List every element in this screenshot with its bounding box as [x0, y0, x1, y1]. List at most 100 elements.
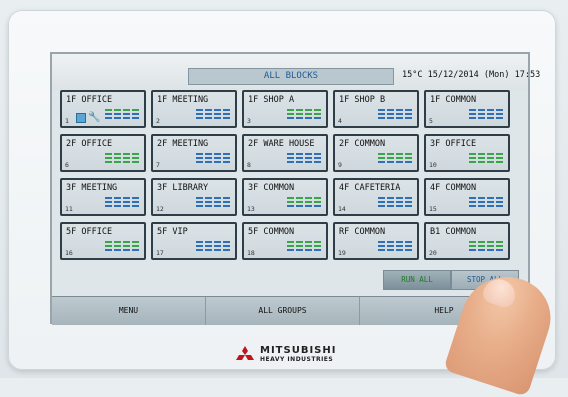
date-time: 15/12/2014 (Mon) 17:53: [427, 70, 541, 80]
unit-status-indicator: [469, 153, 503, 166]
block-tile[interactable]: 3F MEETING 11: [60, 178, 146, 216]
block-tile[interactable]: 4F CAFETERIA 14: [333, 178, 419, 216]
block-number: 3: [247, 117, 251, 125]
indicator-bar: [469, 205, 503, 207]
block-name: RF COMMON: [339, 227, 386, 237]
block-tile[interactable]: 1F SHOP B 4: [333, 90, 419, 128]
indicator-bar: [469, 161, 503, 163]
indicator-bar: [287, 245, 321, 247]
indicator-bar: [105, 161, 139, 163]
indicator-bar: [196, 197, 230, 199]
unit-status-indicator: [196, 197, 230, 210]
block-number: 13: [247, 205, 255, 213]
unit-status-indicator: [378, 197, 412, 210]
block-number: 19: [338, 249, 346, 257]
block-tile[interactable]: 3F COMMON 13: [242, 178, 328, 216]
unit-status-indicator: [105, 241, 139, 254]
run-all-button[interactable]: RUN ALL: [383, 270, 451, 290]
block-tile[interactable]: 1F MEETING 2: [151, 90, 237, 128]
block-name: 2F MEETING: [157, 139, 209, 149]
indicator-bar: [105, 245, 139, 247]
block-tile[interactable]: 2F OFFICE 6: [60, 134, 146, 172]
block-tile[interactable]: RF COMMON 19: [333, 222, 419, 260]
indicator-bar: [105, 153, 139, 155]
block-number: 18: [247, 249, 255, 257]
unit-status-indicator: [287, 241, 321, 254]
indicator-bar: [287, 249, 321, 251]
indicator-bar: [378, 205, 412, 207]
unit-status-indicator: [105, 153, 139, 166]
indicator-bar: [287, 161, 321, 163]
block-tile[interactable]: 5F OFFICE 16: [60, 222, 146, 260]
unit-status-indicator: [287, 197, 321, 210]
indicator-bar: [469, 245, 503, 247]
block-number: 1: [65, 117, 69, 125]
block-number: 5: [429, 117, 433, 125]
indicator-bar: [196, 241, 230, 243]
indicator-bar: [287, 205, 321, 207]
menu-button[interactable]: MENU: [52, 297, 206, 325]
block-tile[interactable]: 2F COMMON 9: [333, 134, 419, 172]
all-groups-button[interactable]: ALL GROUPS: [206, 297, 360, 325]
indicator-bar: [105, 205, 139, 207]
status-readout: 15°C 15/12/2014 (Mon) 17:53: [402, 70, 540, 80]
block-tile[interactable]: 3F LIBRARY 12: [151, 178, 237, 216]
block-number: 17: [156, 249, 164, 257]
indicator-bar: [196, 245, 230, 247]
block-name: 1F COMMON: [430, 95, 477, 105]
indicator-bar: [378, 241, 412, 243]
block-tile[interactable]: 1F OFFICE 1 🔧: [60, 90, 146, 128]
indicator-bar: [469, 157, 503, 159]
block-tile[interactable]: B1 COMMON 20: [424, 222, 510, 260]
indicator-bar: [196, 157, 230, 159]
indicator-bar: [105, 157, 139, 159]
indicator-bar: [378, 249, 412, 251]
indicator-bar: [287, 201, 321, 203]
block-tile[interactable]: 3F OFFICE 10: [424, 134, 510, 172]
block-number: 10: [429, 161, 437, 169]
indicator-bar: [196, 201, 230, 203]
brand-line-2: HEAVY INDUSTRIES: [260, 356, 334, 363]
unit-status-indicator: [378, 109, 412, 122]
indicator-bar: [287, 157, 321, 159]
indicator-bar: [196, 117, 230, 119]
block-number: 7: [156, 161, 160, 169]
block-number: 2: [156, 117, 160, 125]
unit-status-indicator: [469, 109, 503, 122]
block-number: 20: [429, 249, 437, 257]
block-tile[interactable]: 2F WARE HOUSE 8: [242, 134, 328, 172]
indicator-bar: [287, 197, 321, 199]
block-icons: 🔧: [76, 113, 100, 123]
block-name: 1F MEETING: [157, 95, 209, 105]
indicator-bar: [469, 117, 503, 119]
indicator-bar: [196, 109, 230, 111]
unit-status-indicator: [469, 241, 503, 254]
indicator-bar: [196, 205, 230, 207]
block-tile[interactable]: 2F MEETING 7: [151, 134, 237, 172]
brand-line-1: MITSUBISHI: [260, 345, 337, 356]
block-tile[interactable]: 4F COMMON 15: [424, 178, 510, 216]
wrench-icon: 🔧: [88, 112, 101, 123]
block-name: 3F LIBRARY: [157, 183, 209, 193]
block-name: 4F COMMON: [430, 183, 477, 193]
page-title: ALL BLOCKS: [188, 68, 394, 85]
indicator-bar: [105, 117, 139, 119]
block-tile[interactable]: 5F VIP 17: [151, 222, 237, 260]
indicator-bar: [196, 153, 230, 155]
indicator-bar: [287, 117, 321, 119]
indicator-bar: [105, 109, 139, 111]
indicator-bar: [378, 245, 412, 247]
block-name: 3F OFFICE: [430, 139, 477, 149]
indicator-bar: [469, 109, 503, 111]
block-tile[interactable]: 5F COMMON 18: [242, 222, 328, 260]
indicator-bar: [287, 109, 321, 111]
block-tile[interactable]: 1F COMMON 5: [424, 90, 510, 128]
block-number: 12: [156, 205, 164, 213]
block-tile[interactable]: 1F SHOP A 3: [242, 90, 328, 128]
indicator-bar: [196, 113, 230, 115]
indicator-bar: [105, 241, 139, 243]
block-number: 16: [65, 249, 73, 257]
indicator-bar: [378, 109, 412, 111]
block-name: 5F VIP: [157, 227, 188, 237]
three-diamonds-icon: [236, 346, 254, 360]
